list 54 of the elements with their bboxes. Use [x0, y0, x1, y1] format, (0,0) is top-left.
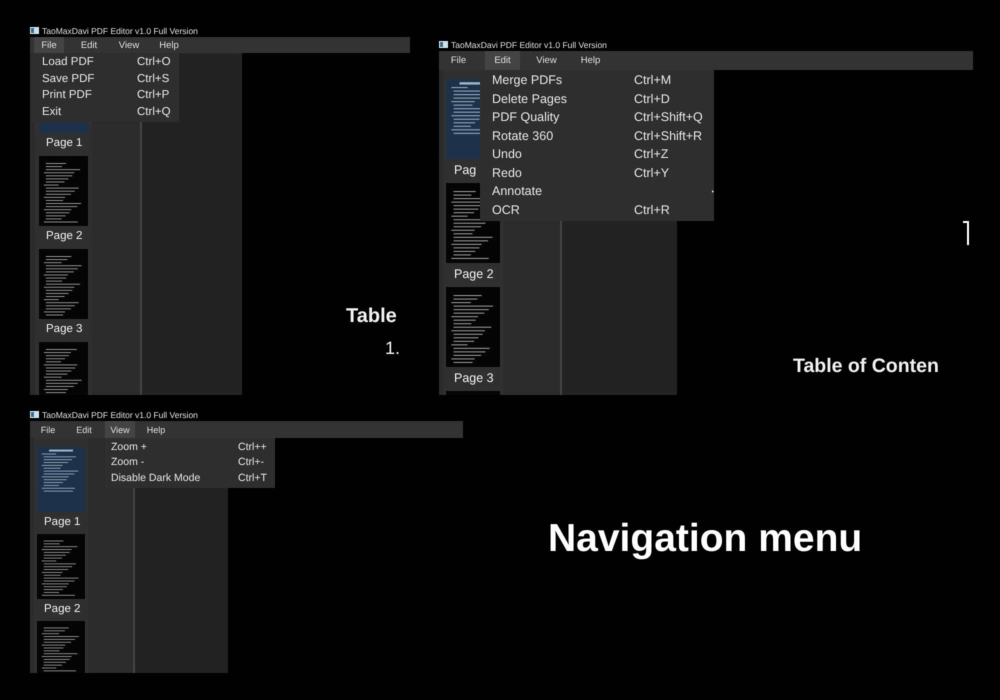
menu-item[interactable]: Help: [154, 37, 184, 53]
window-title: TaoMaxDavi PDF Editor v1.0 Full Version: [451, 40, 607, 50]
app-icon: [30, 411, 39, 418]
document-heading: Table of Conten: [793, 355, 940, 378]
menu-option[interactable]: Disable Dark Mode Ctrl+T: [105, 470, 275, 486]
page-label: Page 2: [46, 229, 82, 244]
page-thumbnail[interactable]: [39, 156, 88, 226]
page-label: Page 2: [454, 266, 494, 283]
page-thumbnail[interactable]: [39, 342, 88, 395]
page-thumbnail[interactable]: [37, 447, 85, 512]
page-label: Page 2: [44, 602, 80, 617]
menu-option[interactable]: Zoom + Ctrl++: [105, 439, 275, 454]
menu-item[interactable]: View: [114, 37, 144, 53]
menu-option[interactable]: Annotate: [480, 182, 714, 200]
app-icon: [30, 27, 39, 34]
page-thumbnail[interactable]: [37, 621, 85, 673]
page-label: Page 1: [46, 136, 82, 151]
menu-item[interactable]: Edit: [485, 51, 520, 70]
menu-item[interactable]: File: [33, 421, 63, 438]
menu-option[interactable]: Load PDF Ctrl+O: [32, 54, 179, 70]
menu-option[interactable]: PDF Quality Ctrl+Shift+Q: [480, 108, 714, 126]
menu-item[interactable]: Edit: [74, 37, 104, 53]
menu-option[interactable]: OCR Ctrl+R: [480, 200, 714, 219]
page-label: Page 1: [44, 515, 80, 530]
submenu-arrow-icon: [712, 188, 714, 195]
list-number: 1.: [385, 338, 402, 359]
menu-option[interactable]: Merge PDFs Ctrl+M: [480, 71, 714, 90]
window-title: TaoMaxDavi PDF Editor v1.0 Full Version: [42, 26, 198, 36]
menu-item[interactable]: View: [105, 421, 135, 438]
menu-item[interactable]: Edit: [69, 421, 99, 438]
page-thumbnail[interactable]: [39, 249, 88, 319]
page-thumbnail[interactable]: [37, 534, 85, 599]
menu-option[interactable]: Undo Ctrl+Z: [480, 145, 714, 164]
menu-item[interactable]: File: [441, 51, 476, 70]
window-title: TaoMaxDavi PDF Editor v1.0 Full Version: [42, 410, 198, 420]
page-label: Page 3: [46, 322, 82, 337]
menu-option[interactable]: Delete Pages Ctrl+D: [480, 90, 714, 108]
page-label: Page 3: [454, 370, 494, 387]
menu-option[interactable]: Exit Ctrl+Q: [32, 104, 179, 120]
document-heading: Table: [346, 305, 398, 328]
menu-item[interactable]: Help: [141, 421, 171, 438]
menu-option[interactable]: Redo Ctrl+Y: [480, 164, 714, 182]
page-label: Pag: [454, 162, 476, 179]
page-thumbnail[interactable]: [446, 287, 500, 367]
menu-option[interactable]: Zoom - Ctrl+-: [105, 454, 275, 470]
menu-option[interactable]: Print PDF Ctrl+P: [32, 87, 179, 104]
corner-mark-icon: [963, 221, 969, 245]
menu-item[interactable]: File: [34, 37, 64, 53]
caption: Navigation menu: [548, 517, 862, 561]
menu-item[interactable]: Help: [573, 51, 608, 70]
menu-option[interactable]: Rotate 360 Ctrl+Shift+R: [480, 126, 714, 145]
app-icon: [439, 41, 448, 48]
menu-option[interactable]: Save PDF Ctrl+S: [32, 70, 179, 87]
menu-item[interactable]: View: [529, 51, 564, 70]
